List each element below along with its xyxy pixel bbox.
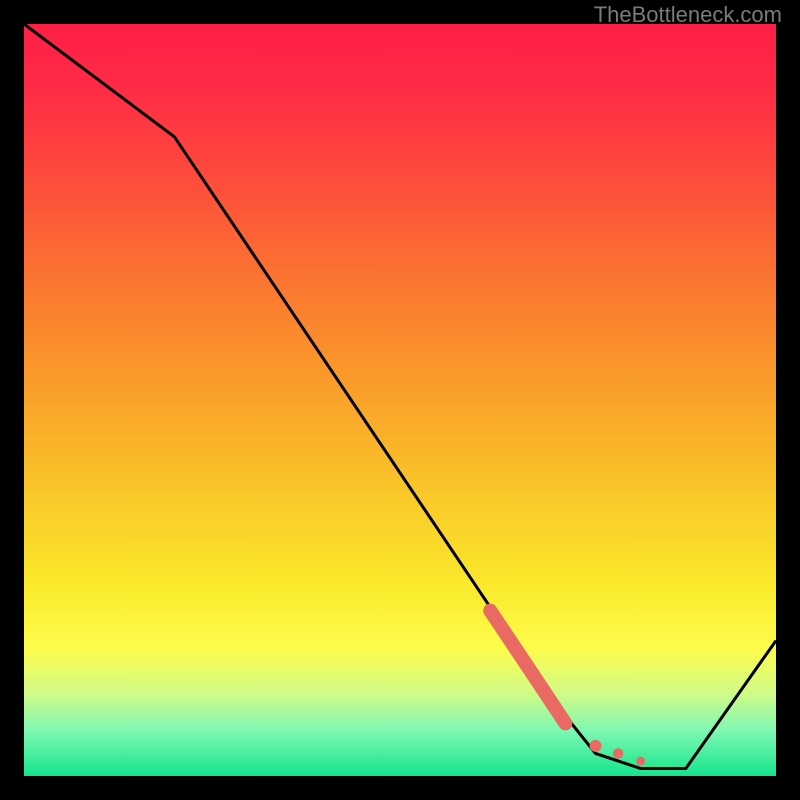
- highlight-dot: [590, 740, 602, 752]
- watermark-text: TheBottleneck.com: [594, 2, 782, 28]
- chart-svg: [24, 24, 776, 776]
- highlight-segment: [490, 611, 565, 724]
- highlight-dot: [613, 748, 623, 758]
- bottleneck-curve: [24, 24, 776, 769]
- highlight-dot: [636, 757, 645, 766]
